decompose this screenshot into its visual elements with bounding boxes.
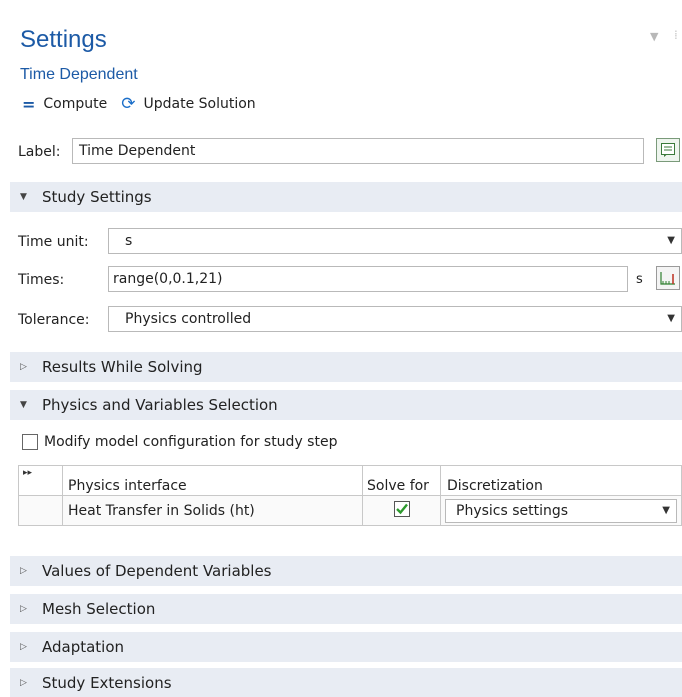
section-results-while-solving[interactable]: ▷ Results While Solving [10, 352, 682, 382]
modify-config-label: Modify model configuration for study ste… [44, 434, 338, 450]
times-input[interactable]: range(0,0.1,21) [108, 266, 628, 292]
section-heading: Study Extensions [42, 673, 172, 692]
range-icon[interactable] [656, 266, 680, 290]
physics-interface-cell: Heat Transfer in Solids (ht) [62, 495, 363, 526]
section-heading: Values of Dependent Variables [42, 562, 272, 580]
section-values-dependent-variables[interactable]: ▷ Values of Dependent Variables [10, 556, 682, 586]
section-study-settings[interactable]: ▼ Study Settings [10, 182, 682, 212]
check-icon [395, 503, 408, 514]
col-physics-interface: Physics interface [62, 465, 363, 496]
rename-icon[interactable] [656, 138, 680, 162]
table-row[interactable]: Heat Transfer in Solids (ht) Physics set… [18, 495, 682, 526]
section-heading: Study Settings [42, 188, 152, 206]
collapse-arrow-icon: ▼ [20, 400, 27, 410]
pin-icon[interactable]: ⁞ [674, 28, 678, 42]
times-unit: s [636, 272, 643, 287]
time-unit-select[interactable]: s ▼ [108, 228, 682, 254]
col-solve-for: Solve for [362, 465, 441, 496]
toolbar: = Compute ⟳ Update Solution [22, 94, 256, 114]
update-solution-icon[interactable]: ⟳ [121, 94, 135, 114]
compute-button[interactable]: Compute [43, 96, 107, 112]
page-title: Settings [20, 26, 107, 53]
collapse-arrow-icon: ▼ [20, 192, 27, 202]
update-solution-button[interactable]: Update Solution [144, 96, 256, 112]
discretization-select[interactable]: Physics settings ▼ [445, 498, 677, 523]
expand-arrow-icon: ▷ [20, 566, 27, 576]
section-heading: Physics and Variables Selection [42, 396, 278, 414]
section-heading: Mesh Selection [42, 600, 156, 618]
chevron-down-icon: ▼ [662, 504, 670, 516]
tolerance-label: Tolerance: [18, 312, 90, 328]
expand-arrow-icon: ▷ [20, 362, 27, 372]
section-heading: Results While Solving [42, 358, 203, 376]
expand-all-icon[interactable]: ▸▸ [18, 465, 63, 496]
tolerance-select[interactable]: Physics controlled ▼ [108, 306, 682, 332]
section-study-extensions[interactable]: ▷ Study Extensions [10, 668, 682, 697]
expand-arrow-icon: ▷ [20, 642, 27, 652]
expand-arrow-icon: ▷ [20, 604, 27, 614]
modify-config-row: Modify model configuration for study ste… [22, 434, 337, 450]
tolerance-value: Physics controlled [125, 311, 252, 327]
dropdown-menu-icon[interactable]: ▼ [650, 30, 658, 43]
chevron-down-icon: ▼ [667, 313, 675, 324]
section-adaptation[interactable]: ▷ Adaptation [10, 632, 682, 662]
physics-table: ▸▸ Physics interface Solve for Discretiz… [18, 465, 682, 526]
compute-icon[interactable]: = [22, 95, 35, 114]
discretization-cell[interactable]: Physics settings ▼ [440, 495, 682, 526]
section-heading: Adaptation [42, 638, 125, 656]
col-discretization: Discretization [440, 465, 682, 496]
time-unit-value: s [125, 233, 133, 249]
time-unit-label: Time unit: [18, 234, 89, 250]
section-physics-selection[interactable]: ▼ Physics and Variables Selection [10, 390, 682, 420]
label-field-label: Label: [18, 144, 61, 160]
modify-config-checkbox[interactable] [22, 434, 38, 450]
expand-arrow-icon: ▷ [20, 677, 27, 688]
solve-for-checkbox[interactable] [393, 500, 410, 517]
section-mesh-selection[interactable]: ▷ Mesh Selection [10, 594, 682, 624]
times-label: Times: [18, 272, 65, 288]
solve-for-cell[interactable] [362, 495, 441, 526]
node-subtitle: Time Dependent [20, 66, 138, 83]
table-header-row: ▸▸ Physics interface Solve for Discretiz… [18, 465, 682, 496]
chevron-down-icon: ▼ [667, 235, 675, 246]
row-handle [18, 495, 63, 526]
label-input[interactable]: Time Dependent [72, 138, 644, 164]
discretization-value: Physics settings [456, 502, 569, 519]
